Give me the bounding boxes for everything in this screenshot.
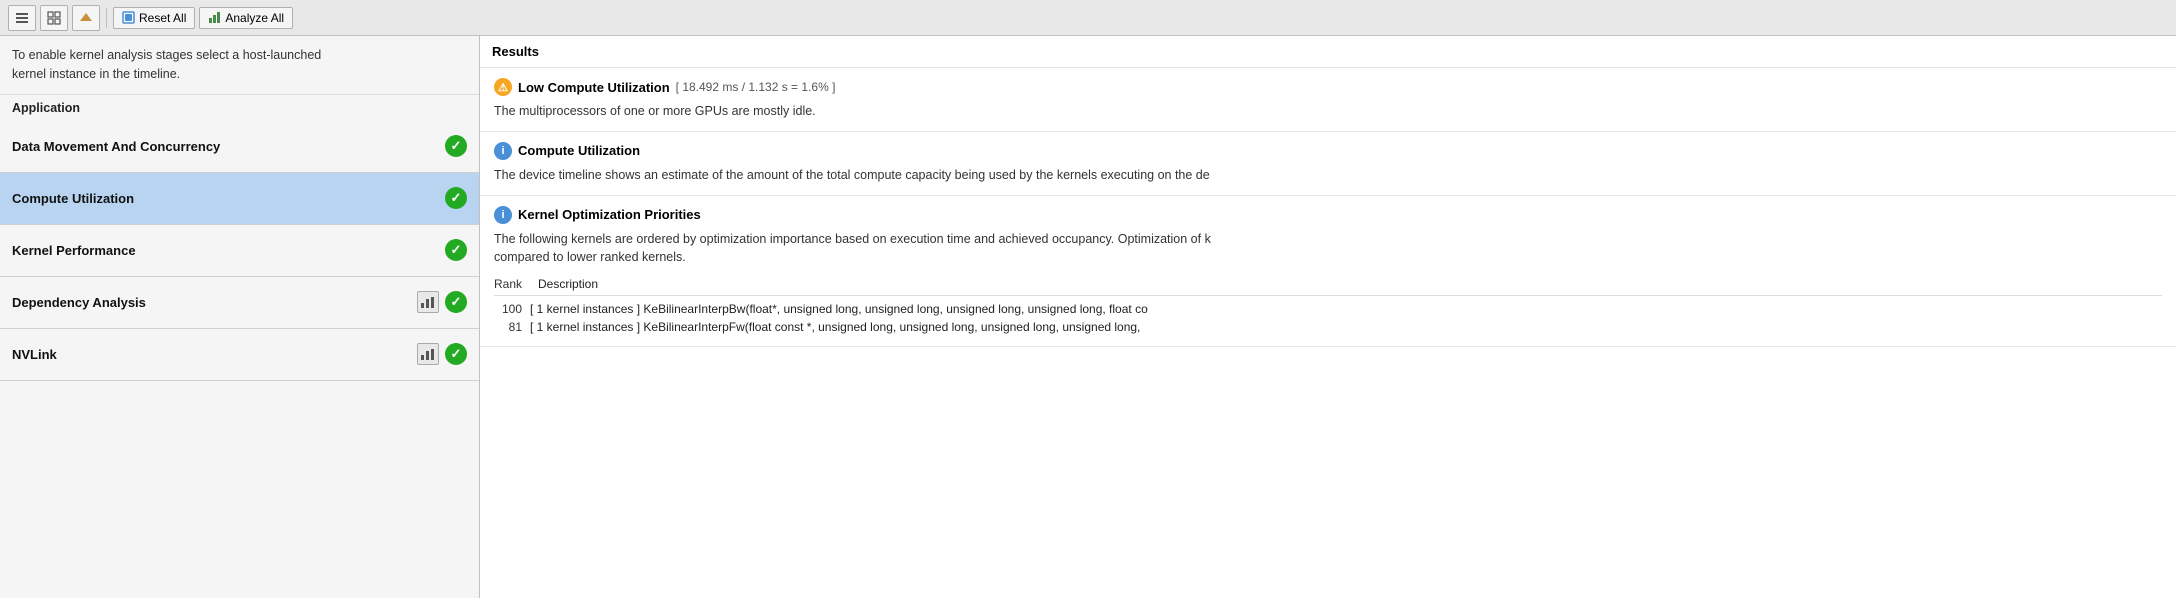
list-view-button[interactable] [8,5,36,31]
left-panel: To enable kernel analysis stages select … [0,36,480,598]
section-label: Application [0,95,479,121]
result-section-compute-header: i Compute Utilization [494,142,2162,160]
analysis-list: Data Movement And Concurrency ✓ Compute … [0,121,479,598]
check-icon-1: ✓ [445,187,467,209]
results-header: Results [480,36,2176,68]
kernel-opt-body-text: The following kernels are ordered by opt… [494,232,1211,246]
up-arrow-icon [79,11,93,25]
results-content: ⚠ Low Compute Utilization [ 18.492 ms / … [480,68,2176,598]
analyze-all-label: Analyze All [225,11,284,25]
toolbar: Reset All Analyze All [0,0,2176,36]
right-panel: Results ⚠ Low Compute Utilization [ 18.4… [480,36,2176,598]
check-icon-3: ✓ [445,291,467,313]
analysis-item-kernel-perf[interactable]: Kernel Performance ✓ [0,225,479,277]
rank-row-1: 81 [ 1 kernel instances ] KeBilinearInte… [494,318,2162,336]
desc-col-header: Description [538,277,2162,291]
result-section-compute-info: i Compute Utilization The device timelin… [480,132,2176,196]
warning-title: Low Compute Utilization [518,80,670,95]
analysis-item-dependency[interactable]: Dependency Analysis ✓ [0,277,479,329]
info-line2: kernel instance in the timeline. [12,67,180,81]
result-section-kernel-opt: i Kernel Optimization Priorities The fol… [480,196,2176,348]
analyze-icon [208,11,221,24]
compute-info-title: Compute Utilization [518,143,640,158]
analysis-item-compute[interactable]: Compute Utilization ✓ [0,173,479,225]
analysis-item-label-2: Kernel Performance [12,243,136,258]
rank-desc-1: [ 1 kernel instances ] KeBilinearInterpF… [530,320,2162,334]
analysis-item-icons-3: ✓ [417,291,467,313]
reset-all-label: Reset All [139,11,186,25]
analyze-all-button[interactable]: Analyze All [199,7,293,29]
rank-table-header: Rank Description [494,275,2162,296]
grid-view-button[interactable] [40,5,68,31]
analysis-item-icons-0: ✓ [445,135,467,157]
kernel-opt-body: The following kernels are ordered by opt… [494,230,2162,268]
warning-timing: [ 18.492 ms / 1.132 s = 1.6% ] [676,80,836,94]
rank-col-header: Rank [494,277,530,291]
toolbar-separator [106,8,107,28]
bar-chart-svg-4 [420,347,436,361]
info-text: To enable kernel analysis stages select … [0,36,479,95]
grid-icon [47,11,61,25]
kernel-opt-title: Kernel Optimization Priorities [518,207,701,222]
bar-chart-icon-4[interactable] [417,343,439,365]
result-section-warning-header: ⚠ Low Compute Utilization [ 18.492 ms / … [494,78,2162,96]
analysis-item-label-0: Data Movement And Concurrency [12,139,220,154]
info-line1: To enable kernel analysis stages select … [12,48,321,62]
bar-chart-svg-3 [420,295,436,309]
rank-num-0: 100 [494,302,530,316]
rank-desc-0: [ 1 kernel instances ] KeBilinearInterpB… [530,302,2162,316]
info-icon-2: i [494,206,512,224]
result-section-warning: ⚠ Low Compute Utilization [ 18.492 ms / … [480,68,2176,132]
up-arrow-button[interactable] [72,5,100,31]
analysis-item-label-3: Dependency Analysis [12,295,146,310]
info-icon-1: i [494,142,512,160]
list-icon [15,11,29,25]
kernel-opt-body2-text: compared to lower ranked kernels. [494,250,686,264]
analysis-item-label-4: NVLink [12,347,57,362]
main-content: To enable kernel analysis stages select … [0,36,2176,598]
reset-all-button[interactable]: Reset All [113,7,195,29]
bar-chart-icon-3[interactable] [417,291,439,313]
rank-table-container: Rank Description 100 [ 1 kernel instance… [494,275,2162,336]
analysis-item-nvlink[interactable]: NVLink ✓ [0,329,479,381]
rank-num-1: 81 [494,320,530,334]
analysis-item-icons-2: ✓ [445,239,467,261]
rank-row-0: 100 [ 1 kernel instances ] KeBilinearInt… [494,300,2162,318]
warning-body: The multiprocessors of one or more GPUs … [494,102,2162,121]
analysis-item-icons-4: ✓ [417,343,467,365]
analysis-item-data-movement[interactable]: Data Movement And Concurrency ✓ [0,121,479,173]
compute-info-body: The device timeline shows an estimate of… [494,166,2162,185]
result-section-kernel-opt-header: i Kernel Optimization Priorities [494,206,2162,224]
check-icon-2: ✓ [445,239,467,261]
analysis-item-icons-1: ✓ [445,187,467,209]
check-icon-0: ✓ [445,135,467,157]
warning-icon: ⚠ [494,78,512,96]
check-icon-4: ✓ [445,343,467,365]
analysis-item-label-1: Compute Utilization [12,191,134,206]
reset-icon [122,11,135,24]
